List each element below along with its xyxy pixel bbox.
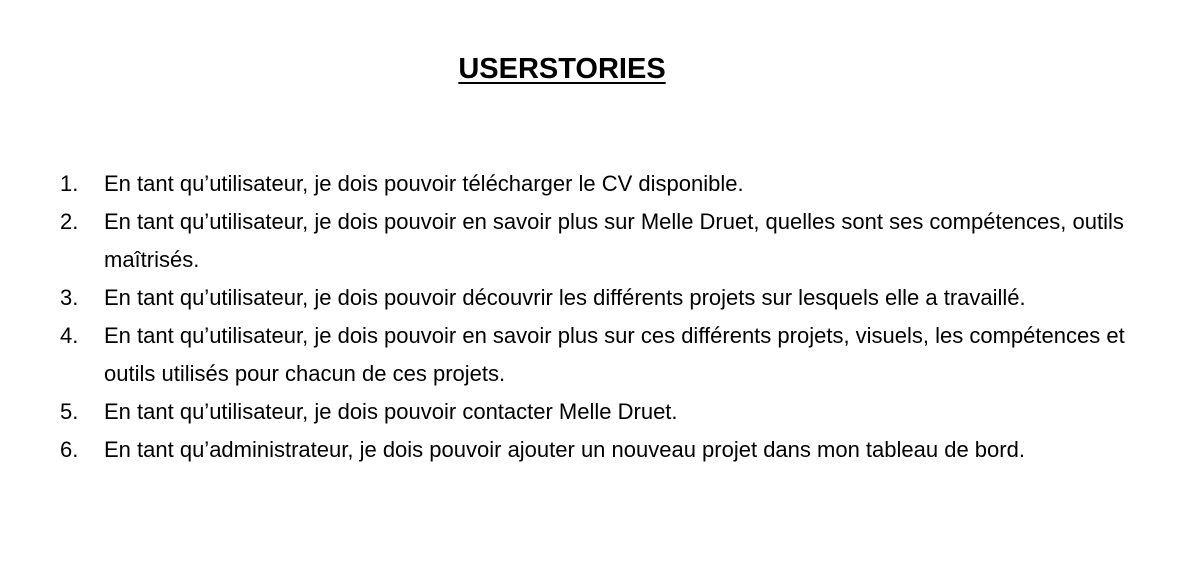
userstory-item: 2. En tant qu’utilisateur, je dois pouvo… — [60, 203, 1140, 279]
userstory-item: 6. En tant qu’administrateur, je dois po… — [60, 431, 1140, 469]
userstory-item: 3. En tant qu’utilisateur, je dois pouvo… — [60, 279, 1140, 317]
list-item-number: 1. — [60, 171, 79, 196]
list-item-number: 6. — [60, 437, 79, 462]
userstory-text: En tant qu’utilisateur, je dois pouvoir … — [104, 323, 1125, 386]
userstory-item: 1. En tant qu’utilisateur, je dois pouvo… — [60, 165, 1140, 203]
userstories-list: 1. En tant qu’utilisateur, je dois pouvo… — [60, 165, 1140, 469]
list-item-number: 4. — [60, 323, 79, 348]
userstory-text: En tant qu’utilisateur, je dois pouvoir … — [104, 171, 744, 196]
userstory-item: 5. En tant qu’utilisateur, je dois pouvo… — [60, 393, 1140, 431]
userstory-text: En tant qu’utilisateur, je dois pouvoir … — [104, 285, 1026, 310]
userstory-text: En tant qu’utilisateur, je dois pouvoir … — [104, 209, 1124, 272]
page-title: USERSTORIES — [458, 53, 666, 86]
userstory-text: En tant qu’administrateur, je dois pouvo… — [104, 437, 1025, 462]
document-page: USERSTORIES 1. En tant qu’utilisateur, j… — [0, 0, 1201, 583]
userstory-item: 4. En tant qu’utilisateur, je dois pouvo… — [60, 317, 1140, 393]
list-item-number: 3. — [60, 285, 79, 310]
userstory-text: En tant qu’utilisateur, je dois pouvoir … — [104, 399, 678, 424]
list-item-number: 2. — [60, 209, 79, 234]
list-item-number: 5. — [60, 399, 79, 424]
